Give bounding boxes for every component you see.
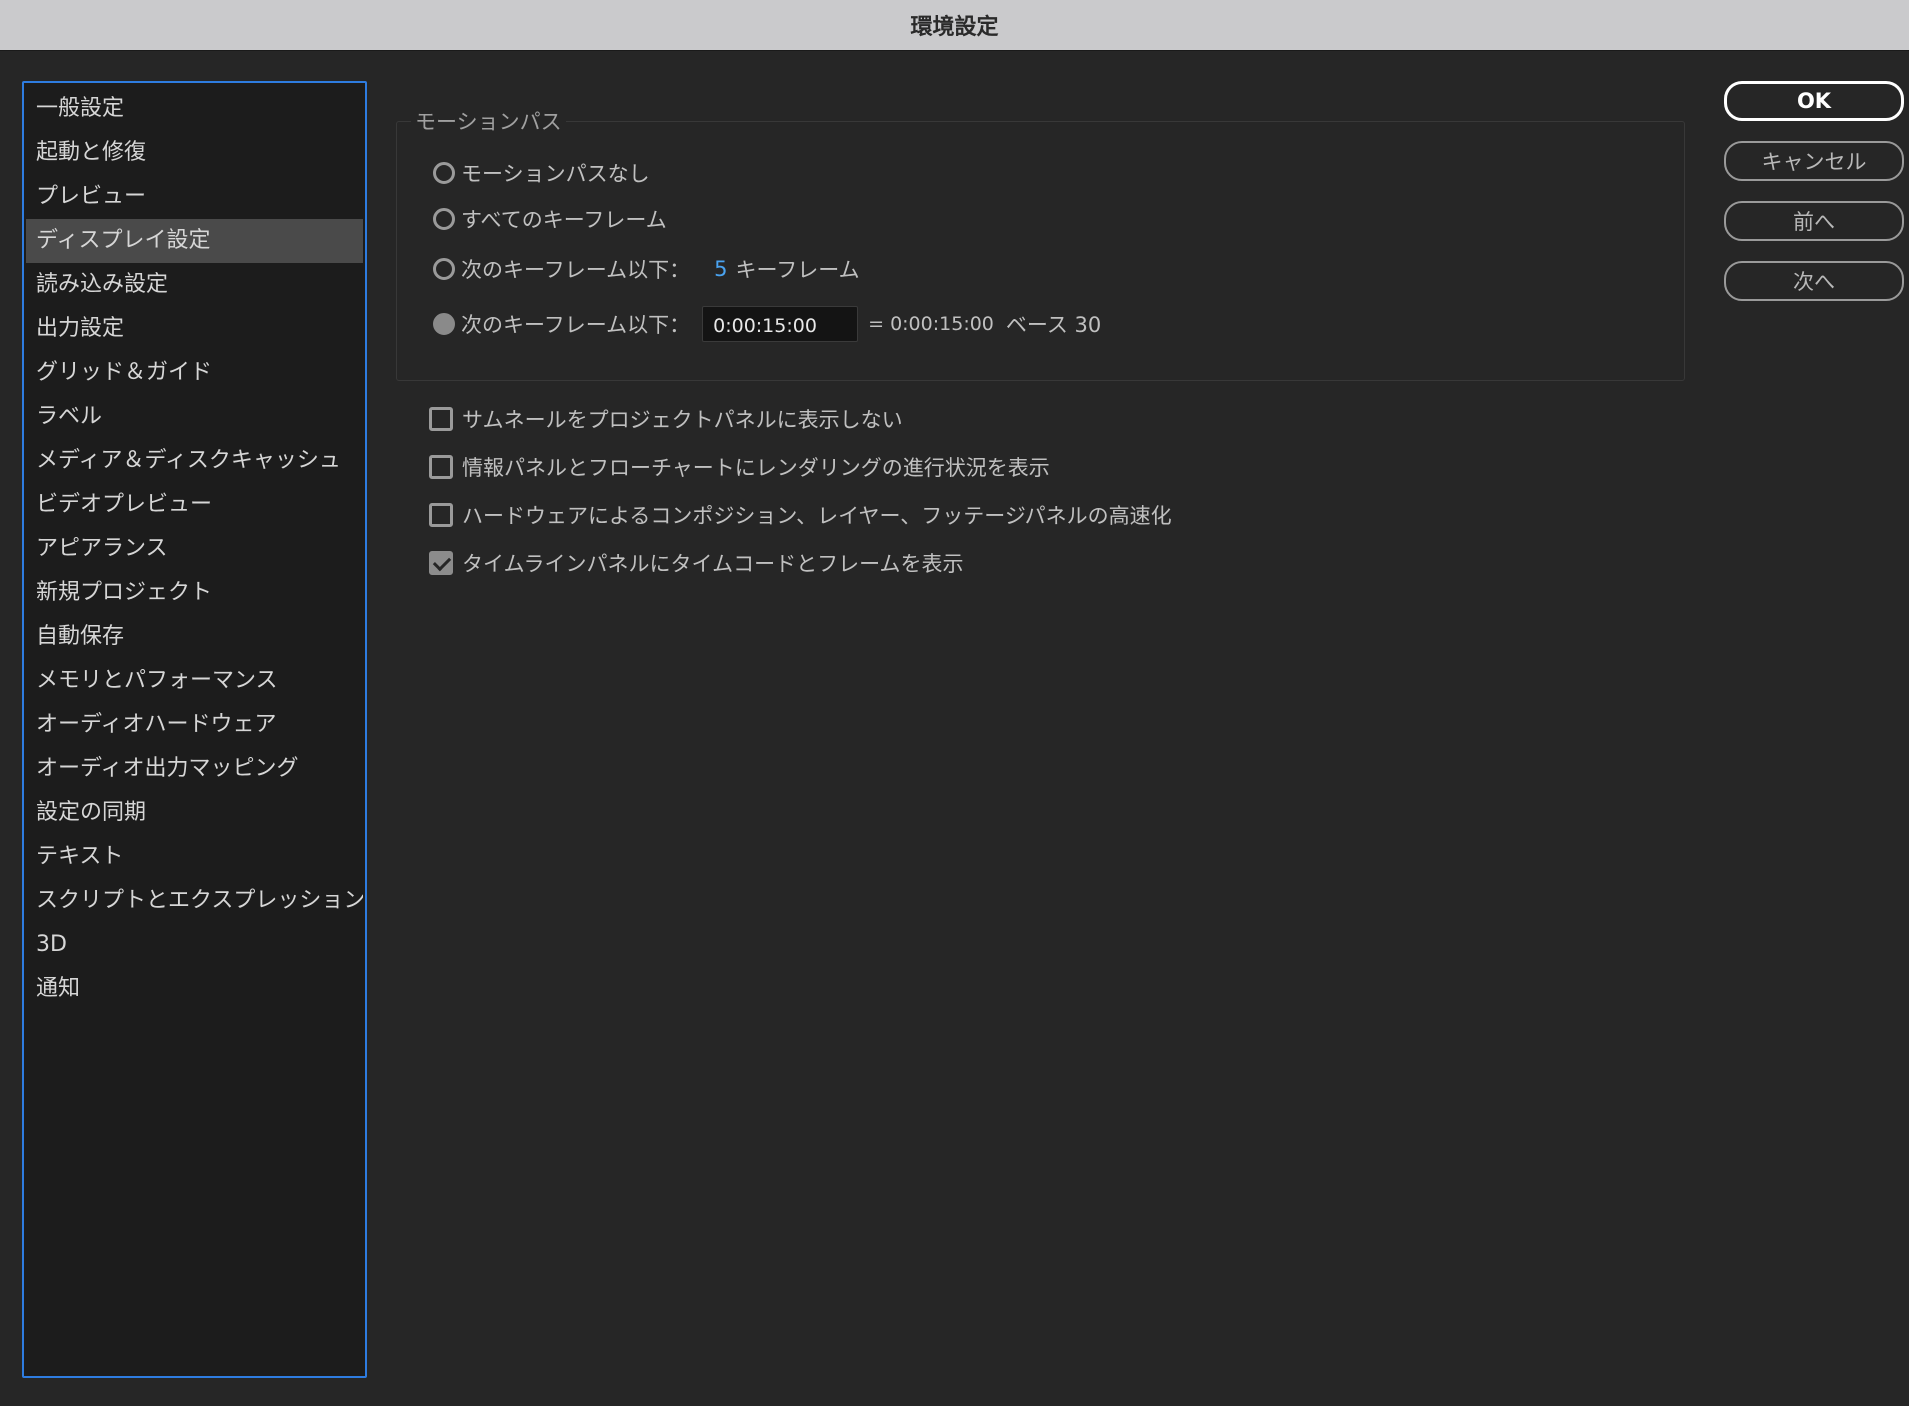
checkbox-row-render-progress[interactable]: 情報パネルとフローチャートにレンダリングの進行状況を表示 xyxy=(429,452,1050,482)
sidebar-item-scripting-expressions[interactable]: スクリプトとエクスプレッション xyxy=(26,879,363,923)
window-title: 環境設定 xyxy=(910,15,999,40)
window-title-bar: 環境設定 xyxy=(0,0,1909,51)
motion-path-group: モーションパス モーションパスなし すべてのキーフレーム 次のキーフレーム以下：… xyxy=(396,106,1685,381)
sidebar-item-video-preview[interactable]: ビデオプレビュー xyxy=(26,483,363,527)
radio-label: 次のキーフレーム以下： xyxy=(461,313,691,337)
sidebar-item-general[interactable]: 一般設定 xyxy=(26,87,363,131)
checkbox-label: 情報パネルとフローチャートにレンダリングの進行状況を表示 xyxy=(462,456,1050,480)
sidebar-item-type[interactable]: テキスト xyxy=(26,835,363,879)
checkbox-checked-icon[interactable] xyxy=(429,551,453,575)
sidebar-item-import[interactable]: 読み込み設定 xyxy=(26,263,363,307)
radio-button-icon[interactable] xyxy=(433,162,455,184)
sidebar-item-notifications[interactable]: 通知 xyxy=(26,967,363,1011)
radio-button-selected-icon[interactable] xyxy=(433,313,455,335)
preferences-category-list[interactable]: 一般設定 起動と修復 プレビュー ディスプレイ設定 読み込み設定 出力設定 グリ… xyxy=(22,81,367,1378)
radio-label: すべてのキーフレーム xyxy=(461,208,667,232)
motion-path-group-title: モーションパス xyxy=(411,106,566,136)
sidebar-item-new-project[interactable]: 新規プロジェクト xyxy=(26,571,363,615)
sidebar-item-media-disk-cache[interactable]: メディア＆ディスクキャッシュ xyxy=(26,439,363,483)
radio-no-motion-path[interactable]: モーションパスなし xyxy=(433,158,650,188)
sidebar-item-startup-repair[interactable]: 起動と修復 xyxy=(26,131,363,175)
duration-equivalent: = 0:00:15:00 xyxy=(868,313,994,335)
sidebar-item-grids-guides[interactable]: グリッド＆ガイド xyxy=(26,351,363,395)
keyframe-count-value[interactable]: 5 xyxy=(714,257,727,281)
radio-button-icon[interactable] xyxy=(433,258,455,280)
checkbox-row-hardware-acceleration[interactable]: ハードウェアによるコンポジション、レイヤー、フッテージパネルの高速化 xyxy=(429,500,1172,530)
checkbox-label: ハードウェアによるコンポジション、レイヤー、フッテージパネルの高速化 xyxy=(462,504,1172,528)
sidebar-item-appearance[interactable]: アピアランス xyxy=(26,527,363,571)
sidebar-item-audio-output-mapping[interactable]: オーディオ出力マッピング xyxy=(26,747,363,791)
radio-label: モーションパスなし xyxy=(461,162,650,186)
sidebar-item-output[interactable]: 出力設定 xyxy=(26,307,363,351)
cancel-button[interactable]: キャンセル xyxy=(1724,141,1904,181)
sidebar-item-auto-save[interactable]: 自動保存 xyxy=(26,615,363,659)
checkbox-row-hide-thumbnails[interactable]: サムネールをプロジェクトパネルに表示しない xyxy=(429,404,903,434)
sidebar-item-labels[interactable]: ラベル xyxy=(26,395,363,439)
keyframe-count-suffix: キーフレーム xyxy=(735,258,860,282)
next-button[interactable]: 次へ xyxy=(1724,261,1904,301)
sidebar-item-memory-performance[interactable]: メモリとパフォーマンス xyxy=(26,659,363,703)
radio-all-keyframes[interactable]: すべてのキーフレーム xyxy=(433,204,667,234)
checkbox-icon[interactable] xyxy=(429,407,453,431)
sidebar-item-previews[interactable]: プレビュー xyxy=(26,175,363,219)
radio-keyframe-duration[interactable]: 次のキーフレーム以下： = 0:00:15:00 ベース 30 xyxy=(433,306,1101,342)
sidebar-item-3d[interactable]: 3D xyxy=(26,923,363,967)
checkbox-icon[interactable] xyxy=(429,503,453,527)
ok-button[interactable]: OK xyxy=(1724,81,1904,121)
duration-input[interactable] xyxy=(702,306,859,342)
previous-button[interactable]: 前へ xyxy=(1724,201,1904,241)
checkbox-label: タイムラインパネルにタイムコードとフレームを表示 xyxy=(462,552,964,576)
sidebar-item-sync-settings[interactable]: 設定の同期 xyxy=(26,791,363,835)
timebase-label: ベース 30 xyxy=(1005,313,1102,337)
sidebar-item-audio-hardware[interactable]: オーディオハードウェア xyxy=(26,703,363,747)
sidebar-item-display[interactable]: ディスプレイ設定 xyxy=(26,219,363,263)
radio-keyframe-count[interactable]: 次のキーフレーム以下： 5 キーフレーム xyxy=(433,254,860,284)
radio-button-icon[interactable] xyxy=(433,208,455,230)
checkbox-icon[interactable] xyxy=(429,455,453,479)
checkbox-label: サムネールをプロジェクトパネルに表示しない xyxy=(462,408,903,432)
radio-label: 次のキーフレーム以下： xyxy=(461,258,691,282)
checkbox-row-timecode-frames[interactable]: タイムラインパネルにタイムコードとフレームを表示 xyxy=(429,548,963,578)
